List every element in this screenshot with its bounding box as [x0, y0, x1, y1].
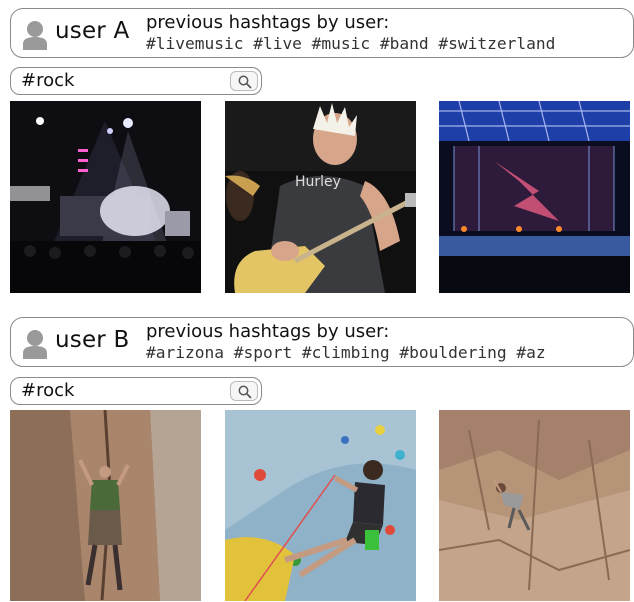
magnifier-icon [238, 75, 252, 89]
search-field-a[interactable]: #rock [10, 67, 262, 95]
search-query[interactable]: #rock [21, 380, 74, 401]
magnifier-icon [238, 385, 252, 399]
search-query[interactable]: #rock [21, 70, 74, 91]
svg-text:Hurley: Hurley [295, 174, 341, 190]
search-field-b[interactable]: #rock [10, 377, 262, 405]
climbing-wall-photo[interactable] [225, 410, 416, 602]
cliff-climber-photo[interactable] [439, 410, 630, 602]
user-a-name: user A [55, 18, 130, 44]
user-a-panel: user A previous hashtags by user: #livem… [10, 8, 634, 58]
previous-hashtags-list: #livemusic #live #music #band #switzerla… [146, 34, 556, 53]
search-button[interactable] [230, 71, 258, 91]
user-avatar-icon [22, 329, 48, 359]
guitarist-photo[interactable]: Hurley [225, 101, 416, 293]
arena-stage-photo[interactable] [439, 101, 630, 293]
previous-hashtags-label: previous hashtags by user: [146, 321, 390, 342]
user-b-panel: user B previous hashtags by user: #arizo… [10, 317, 634, 367]
concert-stage-photo[interactable] [10, 101, 201, 293]
user-b-name: user B [55, 327, 130, 353]
previous-hashtags-label: previous hashtags by user: [146, 12, 390, 33]
search-button[interactable] [230, 381, 258, 401]
rock-climber-photo[interactable] [10, 410, 201, 602]
previous-hashtags-list: #arizona #sport #climbing #bouldering #a… [146, 343, 546, 362]
user-avatar-icon [22, 20, 48, 50]
